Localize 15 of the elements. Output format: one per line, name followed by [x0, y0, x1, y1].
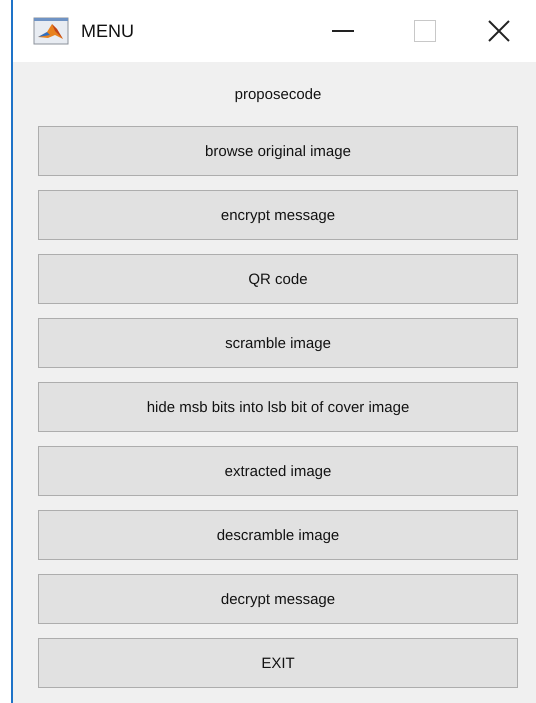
minimize-icon[interactable]	[332, 30, 354, 32]
menu-button[interactable]: extracted image	[38, 446, 518, 496]
menu-button[interactable]: scramble image	[38, 318, 518, 368]
heading-text: proposecode	[234, 85, 322, 105]
app-icon	[33, 17, 69, 45]
window-title: MENU	[81, 20, 134, 42]
menu-button[interactable]: encrypt message	[38, 190, 518, 240]
menu-button[interactable]: descramble image	[38, 510, 518, 560]
menu-button[interactable]: hide msb bits into lsb bit of cover image	[38, 382, 518, 432]
close-icon[interactable]	[488, 20, 510, 42]
menu-button[interactable]: browse original image	[38, 126, 518, 176]
menu-button[interactable]: EXIT	[38, 638, 518, 688]
maximize-icon[interactable]	[414, 20, 436, 42]
menu-button[interactable]: decrypt message	[38, 574, 518, 624]
menu-button[interactable]: QR code	[38, 254, 518, 304]
